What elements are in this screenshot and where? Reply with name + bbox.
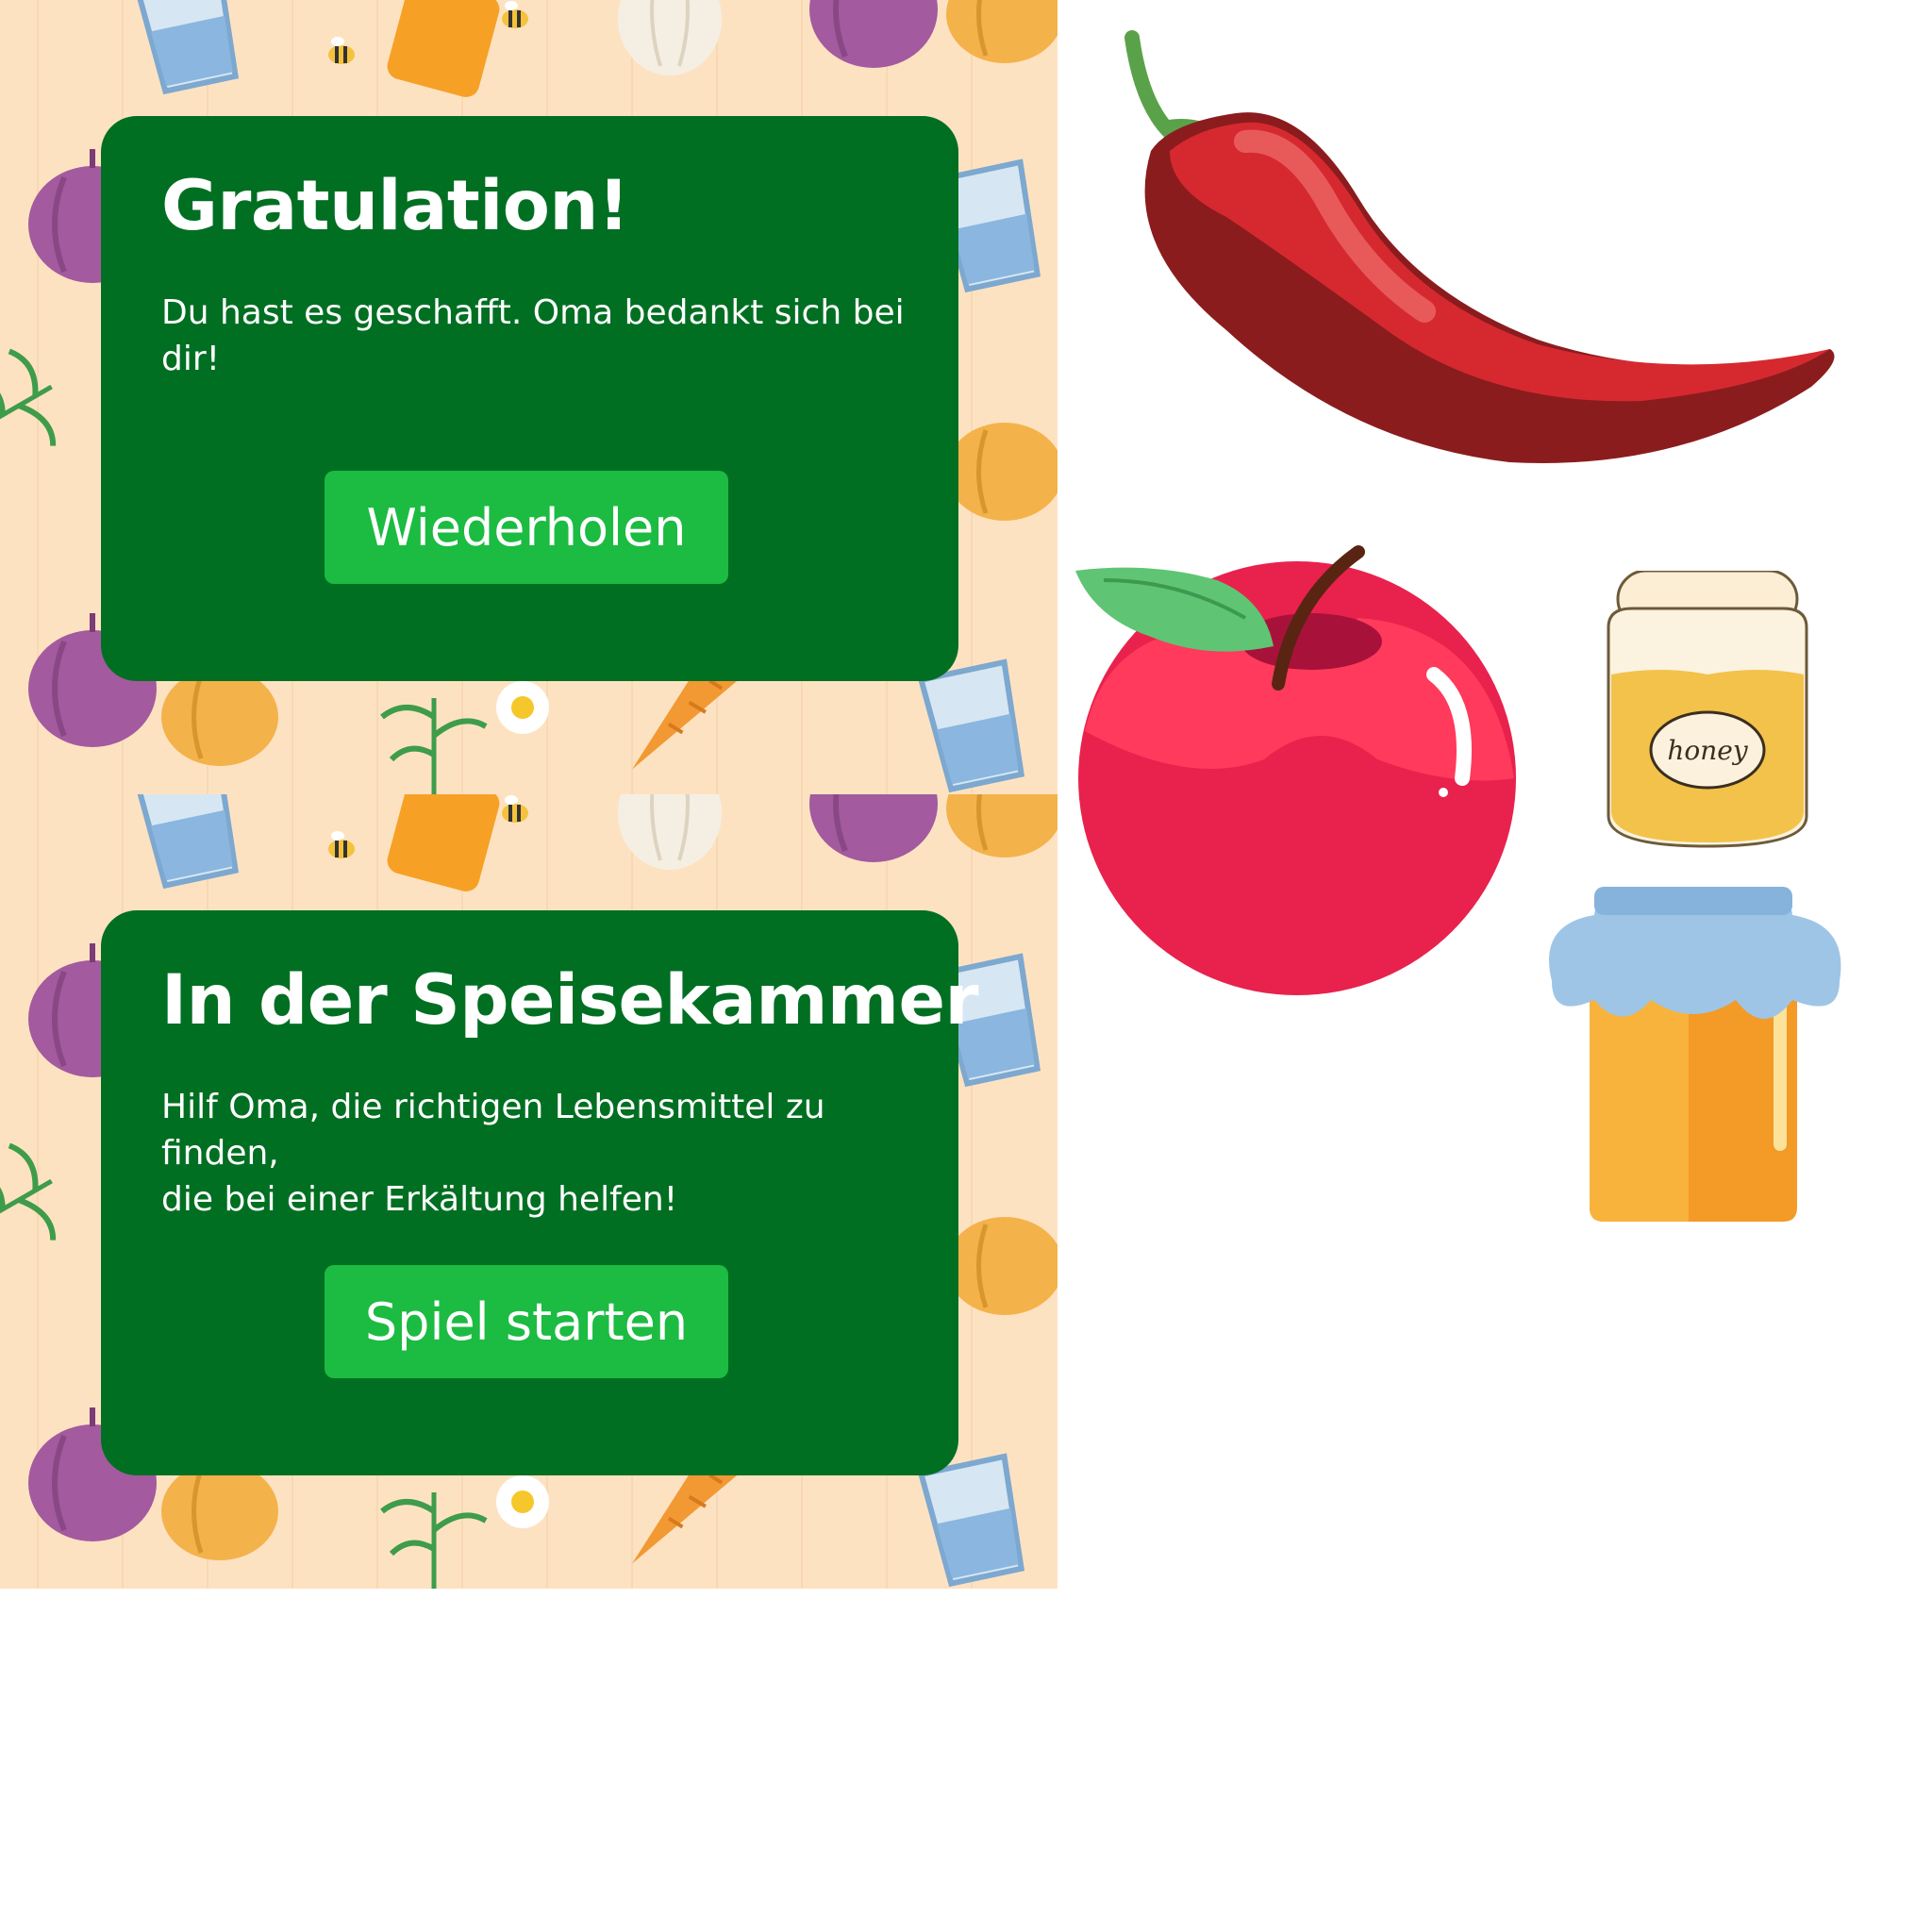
intro-card: In der Speisekammer Hilf Oma, die richti… — [101, 910, 979, 1475]
chili-icon — [1124, 30, 1835, 463]
honey-jar-icon: honey — [1607, 571, 1808, 848]
success-title: Gratulation! — [161, 166, 629, 246]
start-game-button[interactable]: Spiel starten — [325, 1265, 728, 1378]
svg-text:honey: honey — [1667, 735, 1748, 766]
success-screen: Gratulation! Du hast es geschafft. Oma b… — [0, 0, 1058, 794]
apple-icon — [1075, 545, 1516, 995]
intro-screen: In der Speisekammer Hilf Oma, die richti… — [0, 794, 1058, 1589]
jam-jar-icon — [1549, 887, 1841, 1222]
success-card: Gratulation! Du hast es geschafft. Oma b… — [101, 116, 958, 681]
intro-message: Hilf Oma, die richtigen Lebensmittel zu … — [161, 1087, 825, 1219]
success-message: Du hast es geschafft. Oma bedankt sich b… — [161, 292, 905, 378]
intro-title: In der Speisekammer — [161, 960, 979, 1041]
repeat-button[interactable]: Wiederholen — [325, 471, 728, 584]
